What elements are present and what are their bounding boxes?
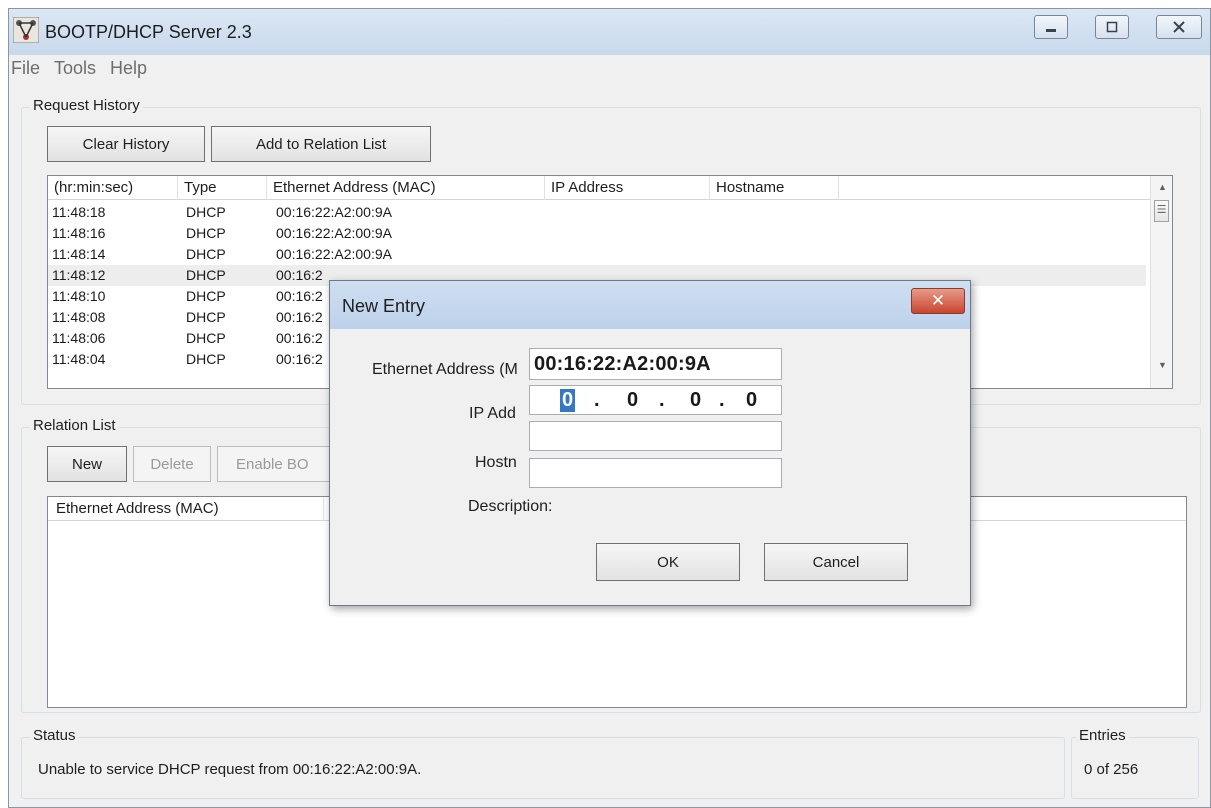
- row-type: DHCP: [186, 288, 226, 304]
- column-header-hostname[interactable]: Hostname: [710, 176, 839, 200]
- close-icon: ✕: [930, 291, 946, 310]
- row-time: 11:48:08: [52, 309, 106, 325]
- minimize-icon: [1046, 29, 1056, 32]
- row-time: 11:48:10: [52, 288, 106, 304]
- entries-group: Entries 0 of 256: [1071, 727, 1199, 799]
- title-bar[interactable]: BOOTP/DHCP Server 2.3: [9, 9, 1210, 55]
- menu-bar: File Tools Help: [9, 55, 1210, 81]
- ip-separator: .: [594, 389, 600, 411]
- row-type: DHCP: [186, 351, 226, 367]
- scroll-thumb[interactable]: ☰: [1154, 200, 1169, 222]
- column-header-type[interactable]: Type: [178, 176, 267, 200]
- row-mac: 00:16:22:A2:00:9A: [276, 204, 392, 220]
- relation-list-label: Relation List: [30, 417, 119, 434]
- ip-separator: .: [659, 389, 665, 411]
- row-type: DHCP: [186, 225, 226, 241]
- row-time: 11:48:18: [52, 204, 106, 220]
- maximize-button[interactable]: [1095, 15, 1129, 39]
- delete-button[interactable]: Delete: [133, 446, 211, 482]
- column-header-relation-mac[interactable]: Ethernet Address (MAC): [48, 497, 324, 521]
- menu-file[interactable]: File: [11, 58, 40, 79]
- status-label: Status: [30, 727, 79, 744]
- close-button[interactable]: [1156, 15, 1202, 39]
- hostname-label: Hostn: [475, 454, 517, 471]
- row-type: DHCP: [186, 267, 226, 283]
- ip-octet-4[interactable]: 0: [746, 389, 757, 412]
- row-time: 11:48:04: [52, 351, 106, 367]
- row-type: DHCP: [186, 246, 226, 262]
- entries-count: 0 of 256: [1084, 761, 1139, 778]
- ip-separator: .: [719, 389, 725, 411]
- ip-address-secondary-field[interactable]: [529, 421, 782, 451]
- ip-octet-1[interactable]: 0: [560, 389, 576, 412]
- column-header-ip[interactable]: IP Address: [545, 176, 710, 200]
- row-time: 11:48:12: [52, 267, 106, 283]
- history-scrollbar[interactable]: ▲ ☰ ▼: [1150, 176, 1172, 388]
- ip-address-field[interactable]: 0 . 0 . 0 . 0: [529, 385, 782, 415]
- menu-help[interactable]: Help: [110, 58, 147, 79]
- scroll-down-icon[interactable]: ▼: [1158, 360, 1167, 370]
- row-mac: 00:16:2: [276, 267, 323, 283]
- row-type: DHCP: [186, 309, 226, 325]
- table-row[interactable]: 11:48:14 DHCP 00:16:22:A2:00:9A: [48, 244, 1146, 265]
- mac-address-value: 00:16:22:A2:00:9A: [534, 353, 711, 375]
- status-text: Unable to service DHCP request from 00:1…: [38, 761, 422, 778]
- maximize-icon: [1106, 21, 1118, 33]
- row-type: DHCP: [186, 204, 226, 220]
- entries-label: Entries: [1076, 727, 1129, 744]
- cancel-button[interactable]: Cancel: [764, 543, 908, 581]
- new-button[interactable]: New: [47, 446, 127, 482]
- dialog-title-bar[interactable]: New Entry ✕: [330, 281, 970, 329]
- ip-octet-3[interactable]: 0: [690, 389, 701, 412]
- table-row[interactable]: 11:48:16 DHCP 00:16:22:A2:00:9A: [48, 223, 1146, 244]
- add-to-relation-list-button[interactable]: Add to Relation List: [211, 126, 431, 162]
- new-entry-dialog: New Entry ✕ Ethernet Address (M 00:16:22…: [329, 280, 971, 606]
- scroll-up-icon[interactable]: ▲: [1158, 182, 1167, 192]
- close-icon: [1173, 21, 1185, 33]
- window-title: BOOTP/DHCP Server 2.3: [45, 22, 252, 42]
- row-mac: 00:16:22:A2:00:9A: [276, 246, 392, 262]
- row-time: 11:48:14: [52, 246, 106, 262]
- ip-label: IP Add: [469, 405, 516, 422]
- ok-button[interactable]: OK: [596, 543, 740, 581]
- description-label: Description:: [468, 498, 553, 515]
- column-header-mac[interactable]: Ethernet Address (MAC): [267, 176, 545, 200]
- mac-address-field[interactable]: 00:16:22:A2:00:9A: [529, 348, 782, 380]
- status-group: Status Unable to service DHCP request fr…: [21, 727, 1065, 799]
- dialog-close-button[interactable]: ✕: [911, 288, 965, 314]
- column-header-time[interactable]: (hr:min:sec): [48, 176, 178, 200]
- row-mac: 00:16:2: [276, 288, 323, 304]
- dialog-title: New Entry: [342, 296, 426, 316]
- minimize-button[interactable]: [1034, 15, 1068, 39]
- row-mac: 00:16:2: [276, 351, 323, 367]
- row-mac: 00:16:2: [276, 330, 323, 346]
- row-mac: 00:16:22:A2:00:9A: [276, 225, 392, 241]
- mac-label: Ethernet Address (M: [372, 361, 518, 378]
- row-type: DHCP: [186, 330, 226, 346]
- request-history-label: Request History: [30, 97, 143, 114]
- menu-tools[interactable]: Tools: [54, 58, 96, 79]
- clear-history-button[interactable]: Clear History: [47, 126, 205, 162]
- row-time: 11:48:06: [52, 330, 106, 346]
- ip-octet-2[interactable]: 0: [627, 389, 638, 412]
- table-row[interactable]: 11:48:18 DHCP 00:16:22:A2:00:9A: [48, 202, 1146, 223]
- network-tree-icon: [13, 17, 39, 43]
- row-mac: 00:16:2: [276, 309, 323, 325]
- row-time: 11:48:16: [52, 225, 106, 241]
- hostname-field[interactable]: [529, 458, 782, 488]
- list-header: (hr:min:sec) Type Ethernet Address (MAC)…: [48, 176, 1172, 200]
